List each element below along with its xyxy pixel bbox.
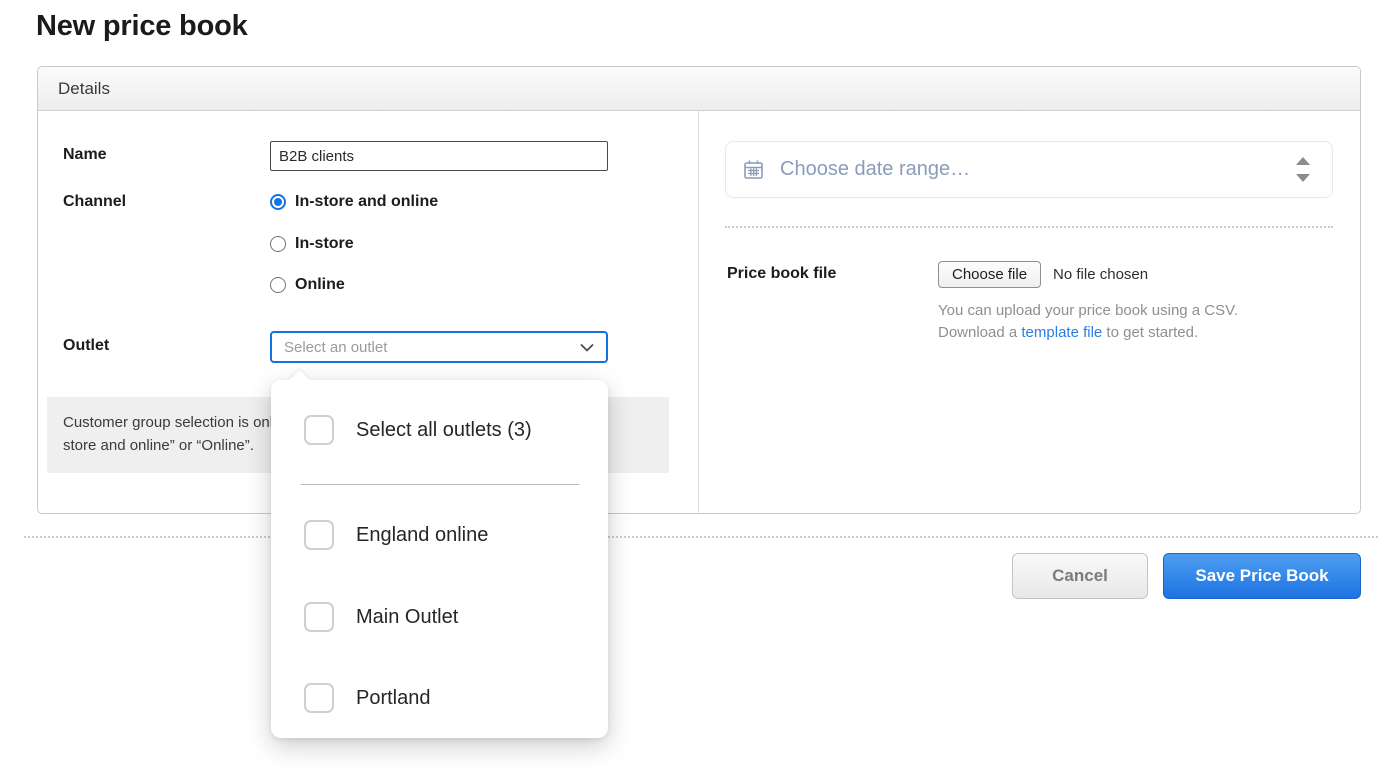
radio-option-in-store-and-online[interactable]: In-store and online xyxy=(270,193,438,211)
dropdown-item-label: Portland xyxy=(356,687,431,710)
panel-header-label: Details xyxy=(58,79,110,98)
panel-header: Details xyxy=(38,67,1360,111)
upload-help-text: You can upload your price book using a C… xyxy=(938,300,1298,344)
right-column-separator xyxy=(725,226,1333,228)
checkbox-icon[interactable] xyxy=(304,520,334,550)
footer-separator xyxy=(24,536,1378,538)
outlet-label: Outlet xyxy=(63,337,109,355)
choose-file-button[interactable]: Choose file xyxy=(938,261,1041,288)
file-input-row: Choose file No file chosen xyxy=(938,261,1148,288)
checkbox-icon[interactable] xyxy=(304,415,334,445)
chevron-down-icon xyxy=(580,343,594,352)
dropdown-item-select-all[interactable]: Select all outlets (3) xyxy=(271,415,608,445)
channel-label: Channel xyxy=(63,193,126,211)
date-range-placeholder: Choose date range… xyxy=(780,158,970,181)
dropdown-item-label: England online xyxy=(356,524,488,547)
upload-help-line2: Download a template file to get started. xyxy=(938,322,1298,344)
radio-option-label: In-store and online xyxy=(295,193,438,211)
outlet-dropdown: Select all outlets (3) England online Ma… xyxy=(271,380,608,738)
stepper-up-icon[interactable] xyxy=(1296,157,1310,165)
price-book-file-label: Price book file xyxy=(727,265,836,283)
dropdown-item-portland[interactable]: Portland xyxy=(271,683,608,713)
name-label: Name xyxy=(63,146,107,164)
new-price-book-page: New price book Details Name Channel In-s… xyxy=(0,0,1400,774)
page-title: New price book xyxy=(36,10,248,43)
outlet-select[interactable]: Select an outlet xyxy=(270,331,608,363)
calendar-icon xyxy=(744,160,763,179)
dropdown-item-england-online[interactable]: England online xyxy=(271,520,608,550)
date-range-picker[interactable]: Choose date range… xyxy=(725,141,1333,198)
name-input[interactable] xyxy=(270,141,608,171)
dropdown-divider xyxy=(301,484,579,485)
dropdown-item-label: Main Outlet xyxy=(356,606,458,629)
dropdown-item-label: Select all outlets (3) xyxy=(356,419,532,442)
date-range-stepper[interactable] xyxy=(1296,142,1310,197)
checkbox-icon[interactable] xyxy=(304,683,334,713)
template-file-link[interactable]: template file xyxy=(1021,324,1102,341)
outlet-select-placeholder: Select an outlet xyxy=(284,339,387,356)
checkbox-icon[interactable] xyxy=(304,602,334,632)
radio-unselected-icon[interactable] xyxy=(270,236,286,252)
upload-help-line1: You can upload your price book using a C… xyxy=(938,300,1298,322)
save-price-book-button[interactable]: Save Price Book xyxy=(1163,553,1361,599)
stepper-down-icon[interactable] xyxy=(1296,174,1310,182)
file-status-text: No file chosen xyxy=(1053,266,1148,283)
radio-option-label: In-store xyxy=(295,235,354,253)
cancel-button[interactable]: Cancel xyxy=(1012,553,1148,599)
dropdown-item-main-outlet[interactable]: Main Outlet xyxy=(271,602,608,632)
radio-unselected-icon[interactable] xyxy=(270,277,286,293)
radio-option-online[interactable]: Online xyxy=(270,276,345,294)
radio-option-in-store[interactable]: In-store xyxy=(270,235,354,253)
radio-option-label: Online xyxy=(295,276,345,294)
radio-selected-icon[interactable] xyxy=(270,194,286,210)
column-divider xyxy=(698,111,699,513)
